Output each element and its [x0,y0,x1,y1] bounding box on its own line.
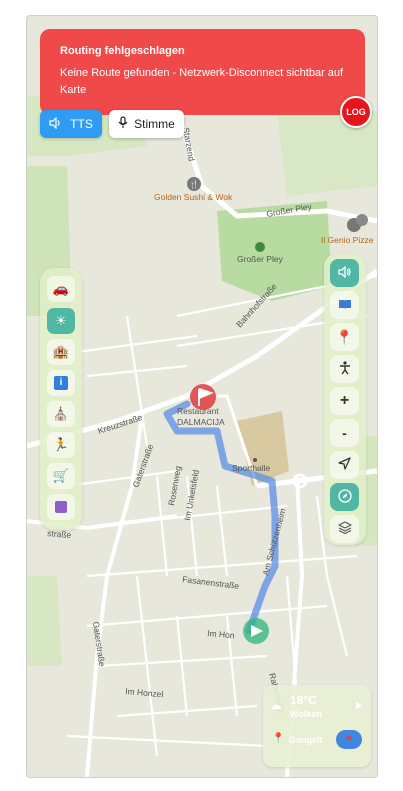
church-icon: ⛪ [52,406,70,421]
map-frame: Starzend Großer Pley Großer Pley Bahnhof… [26,15,378,778]
tts-label: TTS [70,117,93,131]
microphone-icon [118,116,128,132]
category-sun-button[interactable]: ☀ [47,308,75,334]
restaurant-icon: 🍴 [189,179,199,189]
poi-label-golden-sushi: Golden Sushi & Wok [154,192,233,202]
error-title: Routing fehlgeschlagen [60,45,185,57]
pin-icon: 📍 [272,733,285,744]
green-area [27,576,62,666]
cart-icon: 🛒 [52,468,70,483]
zoom-in-button[interactable]: + [330,387,359,415]
category-panel: 🚗 ☀ 🏨 i ⛪ 🏃 🛒 [40,268,82,530]
category-info-button[interactable]: i [47,370,75,396]
compass-icon [337,488,352,506]
book-button[interactable] [330,291,359,319]
info-icon: i [54,376,68,390]
accessibility-icon [339,360,351,378]
category-running-button[interactable]: 🏃 [47,432,75,458]
pin-icon: 📍 [335,328,354,345]
category-save-button[interactable] [47,494,75,520]
error-banner: Routing fehlgeschlagen Keine Route gefun… [40,29,365,115]
compass-button[interactable] [330,483,359,511]
voice-label: Stimme [134,117,175,131]
sun-icon: ☀ [55,313,67,328]
poi-label-sporthalle: Sporthalle [232,463,271,473]
flag-icon: ⚑ [344,734,354,744]
weather-condition: Wolken [290,709,322,719]
running-icon: 🏃 [52,437,70,452]
park-marker [255,242,265,252]
weather-card[interactable]: ☁ 18°C Wolken ▶ 📍 Gangelt ⚑ [263,685,371,767]
play-icon[interactable]: ▶ [356,700,363,711]
poi-label-restaurant-2: DALMACIJA [177,417,225,427]
layers-button[interactable] [330,515,359,543]
voice-button[interactable]: Stimme [109,110,184,138]
category-hotel-button[interactable]: 🏨 [47,339,75,365]
speaker-icon [337,265,352,281]
tts-button[interactable]: TTS [40,110,102,138]
zoom-out-button[interactable]: - [330,419,359,447]
cloud-icon: ☁ [270,698,282,712]
log-button[interactable]: LOG [340,96,372,128]
book-icon [338,297,352,313]
speaker-icon [49,116,62,132]
locate-button[interactable] [330,451,359,479]
error-message: Keine Route gefunden - Netzwerk-Disconne… [60,67,344,96]
poi-label-il-genio: Il Genio Pizze [321,235,374,245]
street-label-grosser-pley-2: Großer Pley [237,254,284,264]
destination-marker[interactable] [190,384,216,410]
accessibility-button[interactable] [330,355,359,383]
weather-temperature: 18°C [290,693,317,707]
pin-button[interactable]: 📍 [330,323,359,351]
current-position-marker [243,618,269,644]
save-icon [55,501,67,513]
category-car-button[interactable]: 🚗 [47,276,75,302]
layers-icon [337,521,352,537]
sound-toggle-button[interactable] [330,259,359,287]
hotel-icon: 🏨 [52,344,70,359]
map-controls-panel: 📍 + - [324,253,366,545]
locate-icon [338,457,351,473]
category-church-button[interactable]: ⛪ [47,401,75,427]
category-cart-button[interactable]: 🛒 [47,463,75,489]
walking-mode-label: Gangelt [289,735,323,745]
car-icon: 🚗 [52,281,70,296]
destination-flag-button[interactable]: ⚑ [336,730,362,749]
